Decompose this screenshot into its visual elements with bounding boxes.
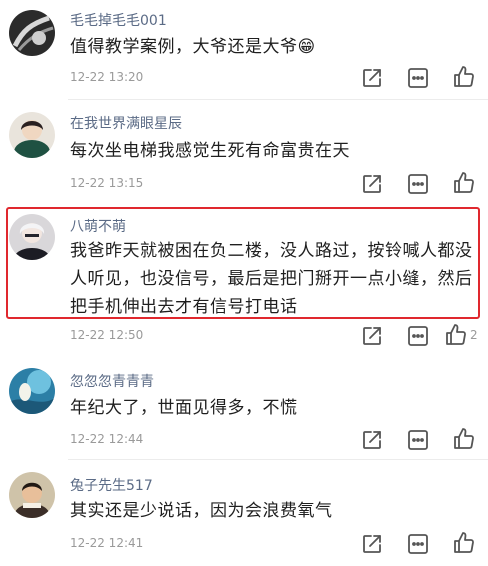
thumbs-up-icon[interactable] [452,171,476,195]
comment-item: 毛毛掉毛毛001 值得教学案例，大爷还是大爷😁 12-22 13:20 [0,0,488,100]
share-edit-icon[interactable] [360,324,384,348]
thumbs-up-icon[interactable] [452,427,476,451]
more-dots-icon[interactable] [406,428,430,452]
more-dots-icon[interactable] [406,532,430,556]
comment-text-body: 我爸昨天就被困在负二楼，没人路过，按铃喊人都没人听见，也没信号，最后是把门掰开一… [70,241,473,317]
share-edit-icon[interactable] [360,172,384,196]
comment-item: 在我世界满眼星辰 每次坐电梯我感觉生死有命富贵在天 12-22 13:15 [0,100,488,204]
thumbs-up-icon[interactable] [452,65,476,89]
share-edit-icon[interactable] [360,532,384,556]
comment-item: 八萌不萌 我爸昨天就被困在负二楼，没人路过，按铃喊人都没人听见，也没信号，最后是… [0,204,488,354]
comment-text: 年纪大了，世面见得多，不慌 [70,394,478,422]
comment-username[interactable]: 忽忽忽青青青 [70,371,154,391]
comment-text: 每次坐电梯我感觉生死有命富贵在天 [70,137,478,165]
comment-username[interactable]: 八萌不萌 [70,216,126,236]
avatar[interactable] [9,112,55,158]
comment-timestamp: 12-22 12:41 [70,536,144,550]
comment-text: 值得教学案例，大爷还是大爷😁 [70,33,478,61]
comment-timestamp: 12-22 13:20 [70,70,144,84]
comment-timestamp: 12-22 13:15 [70,176,144,190]
avatar[interactable] [9,472,55,518]
comment-username[interactable]: 在我世界满眼星辰 [70,113,182,133]
avatar[interactable] [9,214,55,260]
like-count: 2 [470,328,478,342]
thumbs-up-icon[interactable] [452,531,476,555]
avatar[interactable] [9,368,55,414]
comment-timestamp: 12-22 12:50 [70,328,144,342]
comment-text: 我爸昨天就被困在负二楼，没人路过，按铃喊人都没人听见，也没信号，最后是把门掰开一… [70,237,478,321]
comment-text-body: 其实还是少说话，因为会浪费氧气 [70,501,333,521]
comment-text-body: 值得教学案例，大爷还是大爷 [70,37,298,57]
comment-timestamp: 12-22 12:44 [70,432,144,446]
comment-username[interactable]: 兔子先生517 [70,475,153,495]
comment-item: 忽忽忽青青青 年纪大了，世面见得多，不慌 12-22 12:44 [0,354,488,460]
thumbs-up-icon[interactable] [444,323,468,347]
comment-text-body: 每次坐电梯我感觉生死有命富贵在天 [70,141,350,161]
share-edit-icon[interactable] [360,66,384,90]
share-edit-icon[interactable] [360,428,384,452]
comment-item: 兔子先生517 其实还是少说话，因为会浪费氧气 12-22 12:41 [0,460,488,566]
more-dots-icon[interactable] [406,324,430,348]
comment-text-body: 年纪大了，世面见得多，不慌 [70,398,298,418]
comment-text: 其实还是少说话，因为会浪费氧气 [70,497,478,525]
more-dots-icon[interactable] [406,66,430,90]
grin-emoji-icon: 😁 [297,37,316,57]
more-dots-icon[interactable] [406,172,430,196]
avatar[interactable] [9,10,55,56]
comment-username[interactable]: 毛毛掉毛毛001 [70,10,167,30]
